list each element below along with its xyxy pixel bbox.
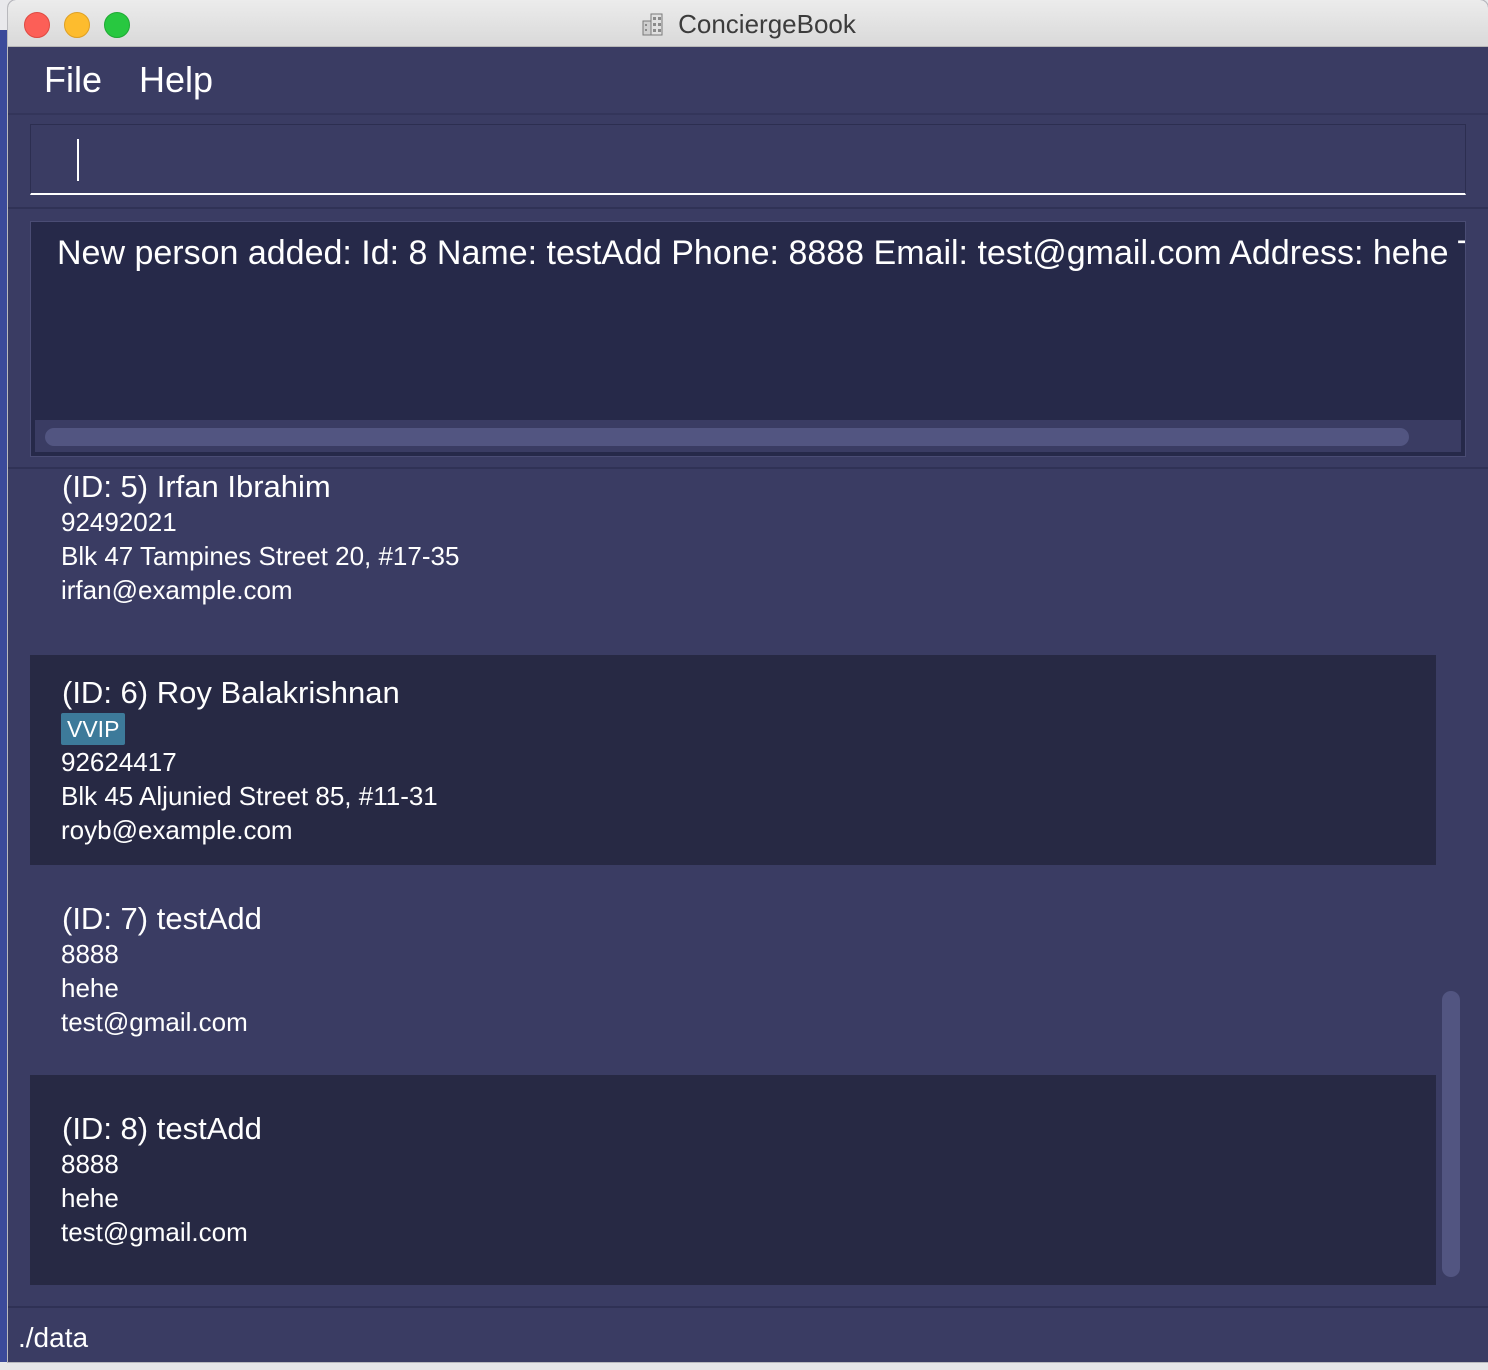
result-message: New person added: Id: 8 Name: testAdd Ph… bbox=[57, 234, 1466, 272]
menu-bar: File Help bbox=[8, 47, 1488, 115]
person-address: Blk 47 Tampines Street 20, #17-35 bbox=[61, 541, 460, 571]
vertical-scroll-thumb[interactable] bbox=[1442, 991, 1460, 1277]
person-phone: 92492021 bbox=[61, 507, 177, 537]
person-card[interactable]: (ID: 5) Irfan Ibrahim 92492021 Blk 47 Ta… bbox=[30, 469, 1436, 663]
window-title: ConciergeBook bbox=[678, 9, 856, 39]
result-display-placeholder: New person added: Id: 8 Name: testAdd Ph… bbox=[8, 209, 1488, 469]
app-window: ConciergeBook File Help New person added… bbox=[8, 0, 1488, 1362]
menu-help[interactable]: Help bbox=[139, 59, 213, 101]
horizontal-scrollbar[interactable] bbox=[35, 420, 1461, 452]
desktop-background bbox=[0, 30, 8, 1370]
window-title-group: ConciergeBook bbox=[8, 9, 1488, 44]
person-name: (ID: 7) testAdd bbox=[62, 901, 262, 936]
person-address: Blk 45 Aljunied Street 85, #11-31 bbox=[61, 781, 438, 811]
text-caret bbox=[77, 139, 79, 181]
person-name: (ID: 5) Irfan Ibrahim bbox=[62, 469, 331, 504]
tag-badge: VVIP bbox=[61, 713, 126, 745]
vertical-scrollbar[interactable] bbox=[1440, 469, 1464, 1305]
status-bar: ./data bbox=[8, 1306, 1488, 1362]
person-card[interactable]: (ID: 6) Roy Balakrishnan VVIP 92624417 B… bbox=[30, 655, 1436, 865]
building-icon bbox=[640, 11, 666, 44]
title-bar[interactable]: ConciergeBook bbox=[8, 0, 1488, 47]
person-address: hehe bbox=[61, 973, 119, 1003]
person-name: (ID: 8) testAdd bbox=[62, 1111, 262, 1146]
person-phone: 8888 bbox=[61, 939, 119, 969]
person-name: (ID: 6) Roy Balakrishnan bbox=[62, 675, 400, 710]
command-box-placeholder bbox=[8, 115, 1488, 209]
person-card[interactable]: (ID: 8) testAdd 8888 hehe test@gmail.com bbox=[30, 1075, 1436, 1285]
person-email: irfan@example.com bbox=[61, 575, 293, 605]
save-location: ./data bbox=[18, 1322, 89, 1353]
person-phone: 92624417 bbox=[61, 747, 177, 777]
person-address: hehe bbox=[61, 1183, 119, 1213]
command-box bbox=[30, 124, 1466, 195]
person-email: royb@example.com bbox=[61, 815, 293, 845]
person-email: test@gmail.com bbox=[61, 1217, 248, 1247]
command-input[interactable] bbox=[31, 125, 1465, 193]
menu-file[interactable]: File bbox=[44, 59, 102, 101]
person-email: test@gmail.com bbox=[61, 1007, 248, 1037]
person-card[interactable]: (ID: 7) testAdd 8888 hehe test@gmail.com bbox=[30, 865, 1436, 1075]
result-display: New person added: Id: 8 Name: testAdd Ph… bbox=[30, 221, 1466, 457]
horizontal-scroll-thumb[interactable] bbox=[45, 428, 1409, 446]
person-list: (ID: 5) Irfan Ibrahim 92492021 Blk 47 Ta… bbox=[8, 469, 1488, 1305]
person-phone: 8888 bbox=[61, 1149, 119, 1179]
desktop-background-bottom bbox=[0, 1362, 1488, 1370]
